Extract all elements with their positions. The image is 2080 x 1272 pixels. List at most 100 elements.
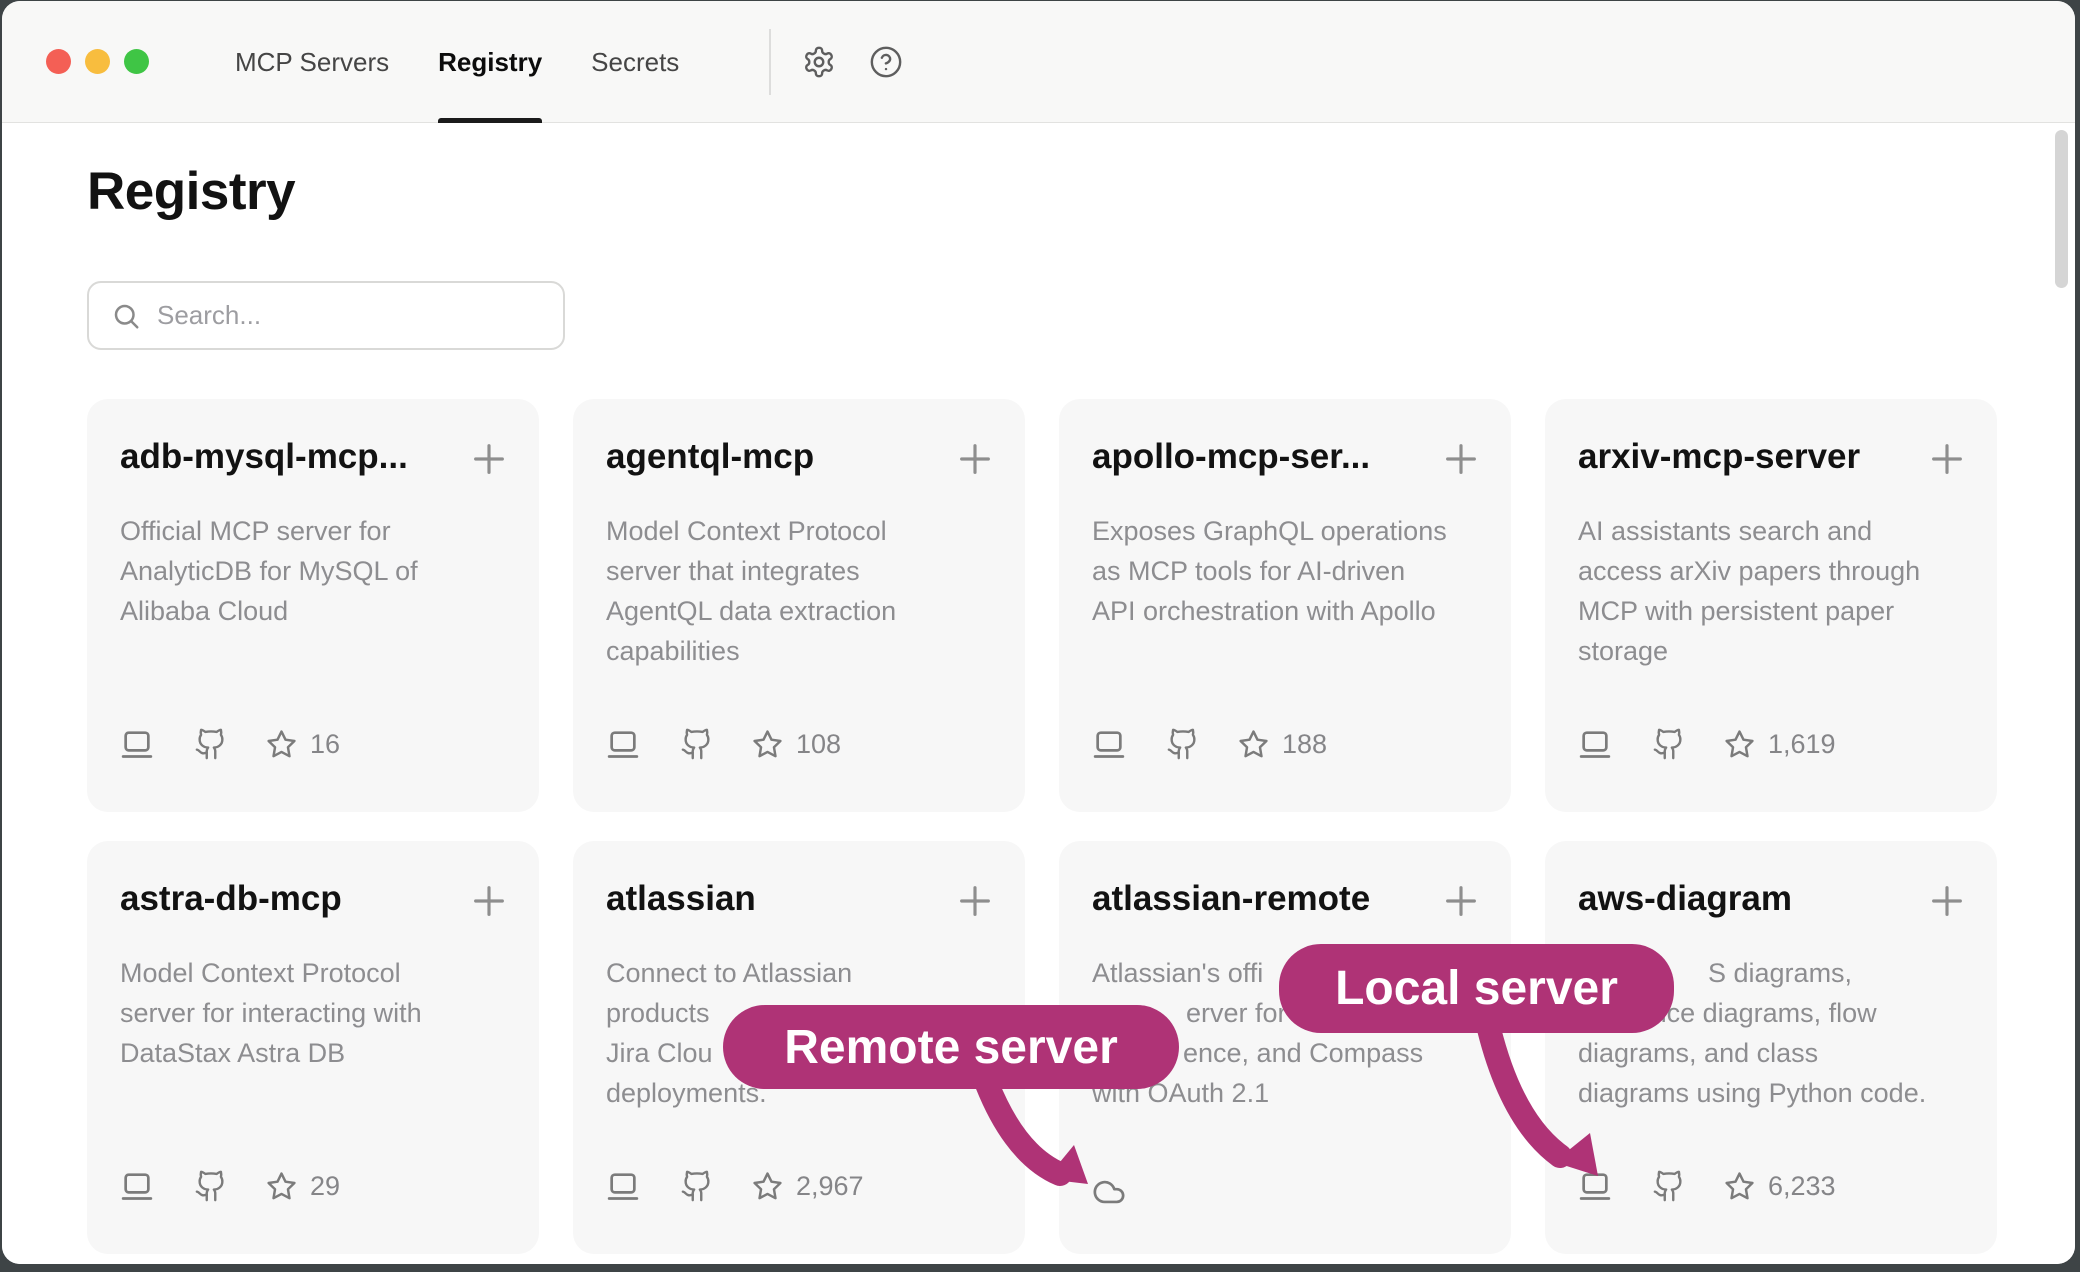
github-icon: [1652, 727, 1686, 761]
server-description: AI assistants search andaccess arXiv pap…: [1578, 511, 1920, 671]
maximize-window-button[interactable]: [124, 49, 149, 74]
star-icon: [266, 729, 297, 760]
server-name: atlassian: [606, 879, 756, 919]
search-icon: [111, 301, 141, 331]
star-count: 2,967: [796, 1171, 864, 1202]
tab-label: Registry: [438, 47, 542, 78]
tab-label: Secrets: [591, 47, 679, 78]
server-card-adb-mysql-mcp[interactable]: adb-mysql-mcp... Official MCP server for…: [87, 399, 539, 812]
github-icon: [680, 1169, 714, 1203]
add-server-button[interactable]: [955, 881, 995, 921]
search-input[interactable]: [157, 300, 537, 331]
app-window: MCP Servers Registry Secrets Registry: [2, 1, 2075, 1264]
remote-server-label: Remote server: [784, 1020, 1118, 1075]
gear-icon: [802, 45, 836, 79]
tab-secrets[interactable]: Secrets: [591, 1, 679, 123]
github-icon: [1652, 1169, 1686, 1203]
plus-icon: [955, 439, 995, 479]
plus-icon: [955, 881, 995, 921]
server-description: Model Context Protocolserver for interac…: [120, 953, 422, 1073]
add-server-button[interactable]: [469, 881, 509, 921]
github-icon: [194, 1169, 228, 1203]
card-footer: 1,619: [1578, 725, 1836, 763]
laptop-icon: [1578, 1169, 1612, 1203]
server-name: atlassian-remote: [1092, 879, 1370, 919]
server-description: Model Context Protocolserver that integr…: [606, 511, 896, 671]
star-count: 6,233: [1768, 1171, 1836, 1202]
plus-icon: [1927, 439, 1967, 479]
plus-icon: [1441, 881, 1481, 921]
server-card-agentql-mcp[interactable]: agentql-mcp Model Context Protocolserver…: [573, 399, 1025, 812]
laptop-icon: [606, 727, 640, 761]
github-icon: [1166, 727, 1200, 761]
star-count: 29: [310, 1171, 340, 1202]
server-card-aws-diagram[interactable]: aws-diagram S diagrams, sequence diagram…: [1545, 841, 1997, 1254]
laptop-icon: [606, 1169, 640, 1203]
plus-icon: [469, 439, 509, 479]
laptop-icon: [1578, 727, 1612, 761]
star-icon: [1724, 729, 1755, 760]
star-count: 16: [310, 729, 340, 760]
server-name: apollo-mcp-ser...: [1092, 437, 1370, 477]
github-icon: [194, 727, 228, 761]
plus-icon: [469, 881, 509, 921]
server-card-astra-db-mcp[interactable]: astra-db-mcp Model Context Protocolserve…: [87, 841, 539, 1254]
laptop-icon: [120, 727, 154, 761]
add-server-button[interactable]: [1927, 439, 1967, 479]
toolbar-divider: [769, 29, 771, 95]
star-icon: [266, 1171, 297, 1202]
server-name: aws-diagram: [1578, 879, 1792, 919]
help-button[interactable]: [869, 45, 903, 79]
star-count: 108: [796, 729, 841, 760]
tab-registry[interactable]: Registry: [438, 1, 542, 123]
cloud-icon: [1092, 1175, 1126, 1209]
card-footer: 16: [120, 725, 340, 763]
add-server-button[interactable]: [469, 439, 509, 479]
minimize-window-button[interactable]: [85, 49, 110, 74]
plus-icon: [1927, 881, 1967, 921]
local-server-label: Local server: [1335, 961, 1618, 1016]
page-title: Registry: [87, 161, 295, 222]
add-server-button[interactable]: [1927, 881, 1967, 921]
server-name: astra-db-mcp: [120, 879, 342, 919]
server-card-grid: adb-mysql-mcp... Official MCP server for…: [87, 399, 1997, 1254]
title-bar: MCP Servers Registry Secrets: [2, 1, 2075, 123]
tab-mcp-servers[interactable]: MCP Servers: [235, 1, 389, 123]
help-icon: [869, 45, 903, 79]
card-footer: 29: [120, 1167, 340, 1205]
server-description: Exposes GraphQL operationsas MCP tools f…: [1092, 511, 1447, 631]
add-server-button[interactable]: [955, 439, 995, 479]
star-count: 188: [1282, 729, 1327, 760]
active-tab-underline: [438, 118, 542, 123]
add-server-button[interactable]: [1441, 439, 1481, 479]
server-name: agentql-mcp: [606, 437, 814, 477]
main-nav: MCP Servers Registry Secrets: [235, 1, 679, 123]
card-footer: 108: [606, 725, 841, 763]
card-footer: [1092, 1173, 1126, 1211]
remote-server-badge: Remote server: [723, 1005, 1179, 1089]
card-footer: 188: [1092, 725, 1327, 763]
registry-page: Registry adb-mysql-mcp... Official MCP s…: [2, 124, 2075, 1264]
close-window-button[interactable]: [46, 49, 71, 74]
server-card-arxiv-mcp-server[interactable]: arxiv-mcp-server AI assistants search an…: [1545, 399, 1997, 812]
settings-button[interactable]: [802, 45, 836, 79]
search-box: [87, 281, 565, 350]
plus-icon: [1441, 439, 1481, 479]
card-footer: 2,967: [606, 1167, 864, 1205]
star-count: 1,619: [1768, 729, 1836, 760]
star-icon: [1724, 1171, 1755, 1202]
laptop-icon: [120, 1169, 154, 1203]
local-server-badge: Local server: [1279, 944, 1674, 1033]
window-controls: [46, 49, 149, 74]
star-icon: [1238, 729, 1269, 760]
server-name: adb-mysql-mcp...: [120, 437, 408, 477]
add-server-button[interactable]: [1441, 881, 1481, 921]
vertical-scrollbar-thumb[interactable]: [2055, 130, 2068, 288]
tab-label: MCP Servers: [235, 47, 389, 78]
server-description: Official MCP server forAnalyticDB for My…: [120, 511, 418, 631]
server-card-apollo-mcp-server[interactable]: apollo-mcp-ser... Exposes GraphQL operat…: [1059, 399, 1511, 812]
star-icon: [752, 1171, 783, 1202]
star-icon: [752, 729, 783, 760]
card-footer: 6,233: [1578, 1167, 1836, 1205]
server-name: arxiv-mcp-server: [1578, 437, 1860, 477]
